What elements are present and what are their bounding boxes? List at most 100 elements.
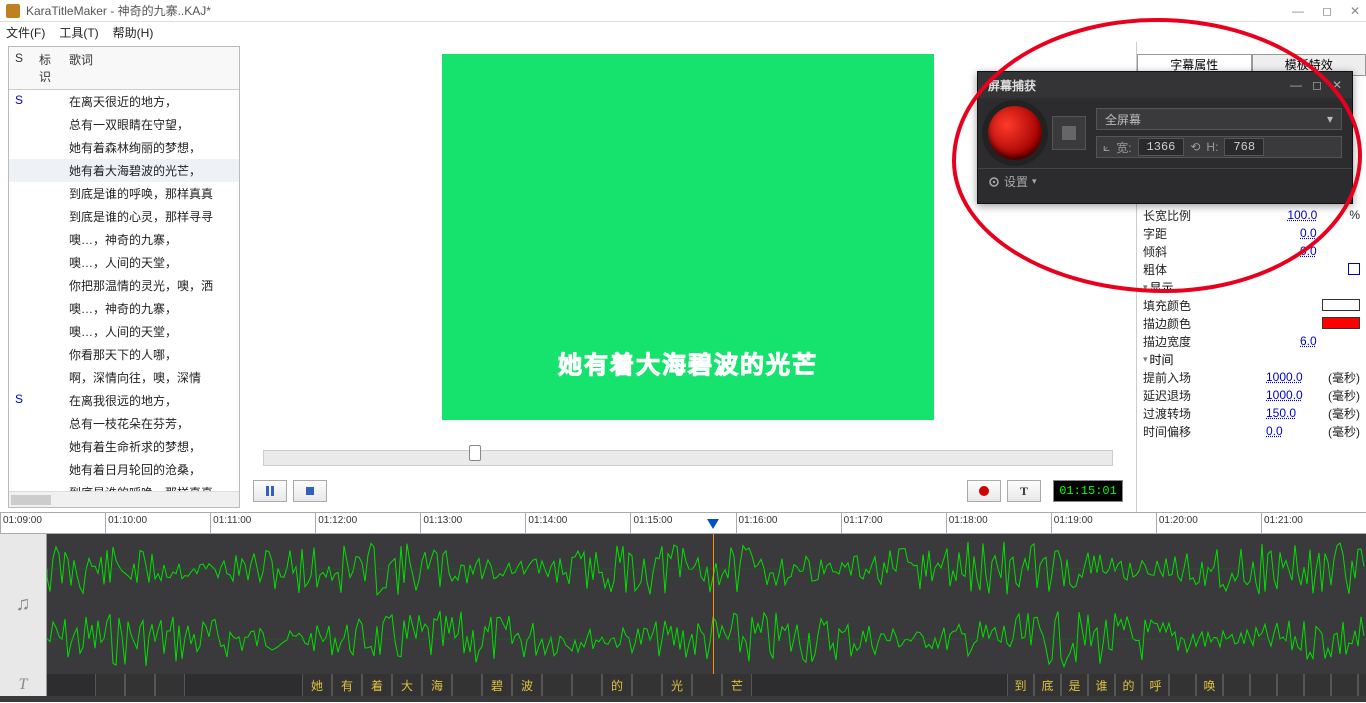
char-cell[interactable]: 有: [332, 674, 362, 696]
prop-fill-swatch[interactable]: [1322, 299, 1360, 311]
capture-record-button[interactable]: [988, 106, 1042, 160]
prop-spacing-value[interactable]: 0.0: [1300, 226, 1360, 240]
ruler-tick[interactable]: 01:18:00: [946, 513, 1051, 533]
ruler-tick[interactable]: 01:13:00: [420, 513, 525, 533]
char-cell[interactable]: [452, 674, 482, 696]
lyrics-row[interactable]: 你看那天下的人哪，: [9, 343, 239, 366]
capture-close-button[interactable]: ✕: [1332, 78, 1342, 92]
group-display[interactable]: 显示: [1143, 278, 1360, 296]
ruler-tick[interactable]: 01:12:00: [315, 513, 420, 533]
lyrics-row[interactable]: 她有着大海碧波的光芒，: [9, 159, 239, 182]
close-button[interactable]: ✕: [1350, 4, 1360, 18]
char-cell[interactable]: [1304, 674, 1331, 696]
capture-height-value[interactable]: 768: [1224, 138, 1264, 156]
ruler-tick[interactable]: 01:19:00: [1051, 513, 1156, 533]
lyrics-row[interactable]: 她有着日月轮回的沧桑，: [9, 458, 239, 481]
char-cell[interactable]: [1250, 674, 1277, 696]
ruler-tick[interactable]: 01:17:00: [841, 513, 946, 533]
char-cell[interactable]: 呼: [1142, 674, 1169, 696]
slider-knob[interactable]: [469, 445, 481, 461]
prop-ratio-value[interactable]: 100.0: [1287, 208, 1347, 222]
char-cell[interactable]: 大: [392, 674, 422, 696]
prop-trans-value[interactable]: 150.0: [1266, 406, 1326, 420]
position-slider[interactable]: [263, 450, 1113, 466]
char-cell[interactable]: [125, 674, 155, 696]
waveform-canvas[interactable]: [47, 534, 1366, 674]
lyrics-row[interactable]: 到底是谁的呼唤，那样真真: [9, 182, 239, 205]
stop-button[interactable]: [293, 480, 327, 502]
record-button[interactable]: [967, 480, 1001, 502]
char-cell[interactable]: 光: [662, 674, 692, 696]
capture-minimize-button[interactable]: —: [1290, 78, 1302, 92]
char-cell[interactable]: 底: [1034, 674, 1061, 696]
capture-width-value[interactable]: 1366: [1138, 138, 1185, 156]
prop-prein-value[interactable]: 1000.0: [1266, 370, 1326, 384]
char-cell[interactable]: 唤: [1196, 674, 1223, 696]
lyrics-row[interactable]: S在离天很近的地方，: [9, 90, 239, 113]
lyrics-row[interactable]: 总有一双眼睛在守望，: [9, 113, 239, 136]
capture-stop-button[interactable]: [1052, 116, 1086, 150]
ruler-tick[interactable]: 01:09:00: [0, 513, 105, 533]
lyrics-row[interactable]: 她有着森林绚丽的梦想，: [9, 136, 239, 159]
prop-offset-value[interactable]: 0.0: [1266, 424, 1326, 438]
char-cell[interactable]: 她: [302, 674, 332, 696]
char-cell[interactable]: 波: [512, 674, 542, 696]
char-cell[interactable]: [542, 674, 572, 696]
capture-titlebar[interactable]: 屏幕捕获 — ◻ ✕: [978, 72, 1352, 98]
group-time[interactable]: 时间: [1143, 350, 1360, 368]
ruler-tick[interactable]: 01:10:00: [105, 513, 210, 533]
menu-file[interactable]: 文件(F): [6, 24, 45, 41]
char-cell[interactable]: [1358, 674, 1366, 696]
capture-maximize-button[interactable]: ◻: [1312, 78, 1322, 92]
lyrics-row[interactable]: S在离我很远的地方，: [9, 389, 239, 412]
playhead-marker-icon[interactable]: [707, 519, 719, 529]
screen-capture-window[interactable]: 屏幕捕获 — ◻ ✕ 全屏幕 ▾ ⟀ 宽: 1366 ⟲ H: 768 设置: [977, 71, 1353, 204]
ruler-tick[interactable]: 01:14:00: [525, 513, 630, 533]
prop-bold-checkbox[interactable]: [1348, 263, 1360, 275]
lyrics-row[interactable]: 啊，深情向往，噢，深情: [9, 366, 239, 389]
lyrics-row[interactable]: 噢…，神奇的九寨，: [9, 297, 239, 320]
char-cell[interactable]: 海: [422, 674, 452, 696]
lyrics-row[interactable]: 噢…，人间的天堂，: [9, 320, 239, 343]
lyrics-row[interactable]: 噢…，人间的天堂，: [9, 251, 239, 274]
prop-delayout-value[interactable]: 1000.0: [1266, 388, 1326, 402]
char-cell[interactable]: 的: [602, 674, 632, 696]
ruler-tick[interactable]: 01:20:00: [1156, 513, 1261, 533]
text-mode-button[interactable]: T: [1007, 480, 1041, 502]
menu-help[interactable]: 帮助(H): [113, 24, 154, 41]
lyrics-row[interactable]: 总有一枝花朵在芬芳，: [9, 412, 239, 435]
char-cell[interactable]: [95, 674, 125, 696]
capture-mode-select[interactable]: 全屏幕 ▾: [1096, 108, 1342, 130]
char-cell[interactable]: [1223, 674, 1250, 696]
char-cell[interactable]: [1331, 674, 1358, 696]
pause-button[interactable]: [253, 480, 287, 502]
char-cell[interactable]: [692, 674, 722, 696]
character-track[interactable]: T 她有着大海碧波的光芒到底是谁的呼唤那样: [0, 674, 1366, 696]
char-cell[interactable]: 是: [1061, 674, 1088, 696]
col-lyric[interactable]: 歌词: [63, 47, 99, 89]
lyrics-row[interactable]: 噢…，神奇的九寨，: [9, 228, 239, 251]
char-cell[interactable]: 到: [1007, 674, 1034, 696]
minimize-button[interactable]: —: [1292, 4, 1304, 18]
prop-slant-value[interactable]: 0.0: [1300, 244, 1360, 258]
char-cell[interactable]: 的: [1115, 674, 1142, 696]
char-cell[interactable]: 谁: [1088, 674, 1115, 696]
char-cell[interactable]: 芒: [722, 674, 752, 696]
char-cell[interactable]: 碧: [482, 674, 512, 696]
char-cell[interactable]: [1277, 674, 1304, 696]
char-cell[interactable]: [572, 674, 602, 696]
col-mark[interactable]: 标识: [33, 47, 63, 89]
char-cell[interactable]: [155, 674, 185, 696]
waveform-tracks[interactable]: ♫: [0, 534, 1366, 674]
lyrics-row[interactable]: 你把那温情的灵光，噢，洒: [9, 274, 239, 297]
lyrics-row[interactable]: 她有着生命祈求的梦想，: [9, 435, 239, 458]
prop-strokew-value[interactable]: 6.0: [1300, 334, 1360, 348]
lyrics-h-scrollbar[interactable]: [9, 491, 239, 507]
lyrics-list[interactable]: S在离天很近的地方，总有一双眼睛在守望，她有着森林绚丽的梦想，她有着大海碧波的光…: [9, 90, 239, 491]
prop-stroke-swatch[interactable]: [1322, 317, 1360, 329]
col-s[interactable]: S: [9, 47, 33, 89]
ruler-tick[interactable]: 01:11:00: [210, 513, 315, 533]
lyrics-row[interactable]: 到底是谁的呼唤，那样真真: [9, 481, 239, 491]
time-ruler[interactable]: 01:09:0001:10:0001:11:0001:12:0001:13:00…: [0, 512, 1366, 534]
capture-settings-button[interactable]: 设置 ▾: [978, 168, 1352, 194]
